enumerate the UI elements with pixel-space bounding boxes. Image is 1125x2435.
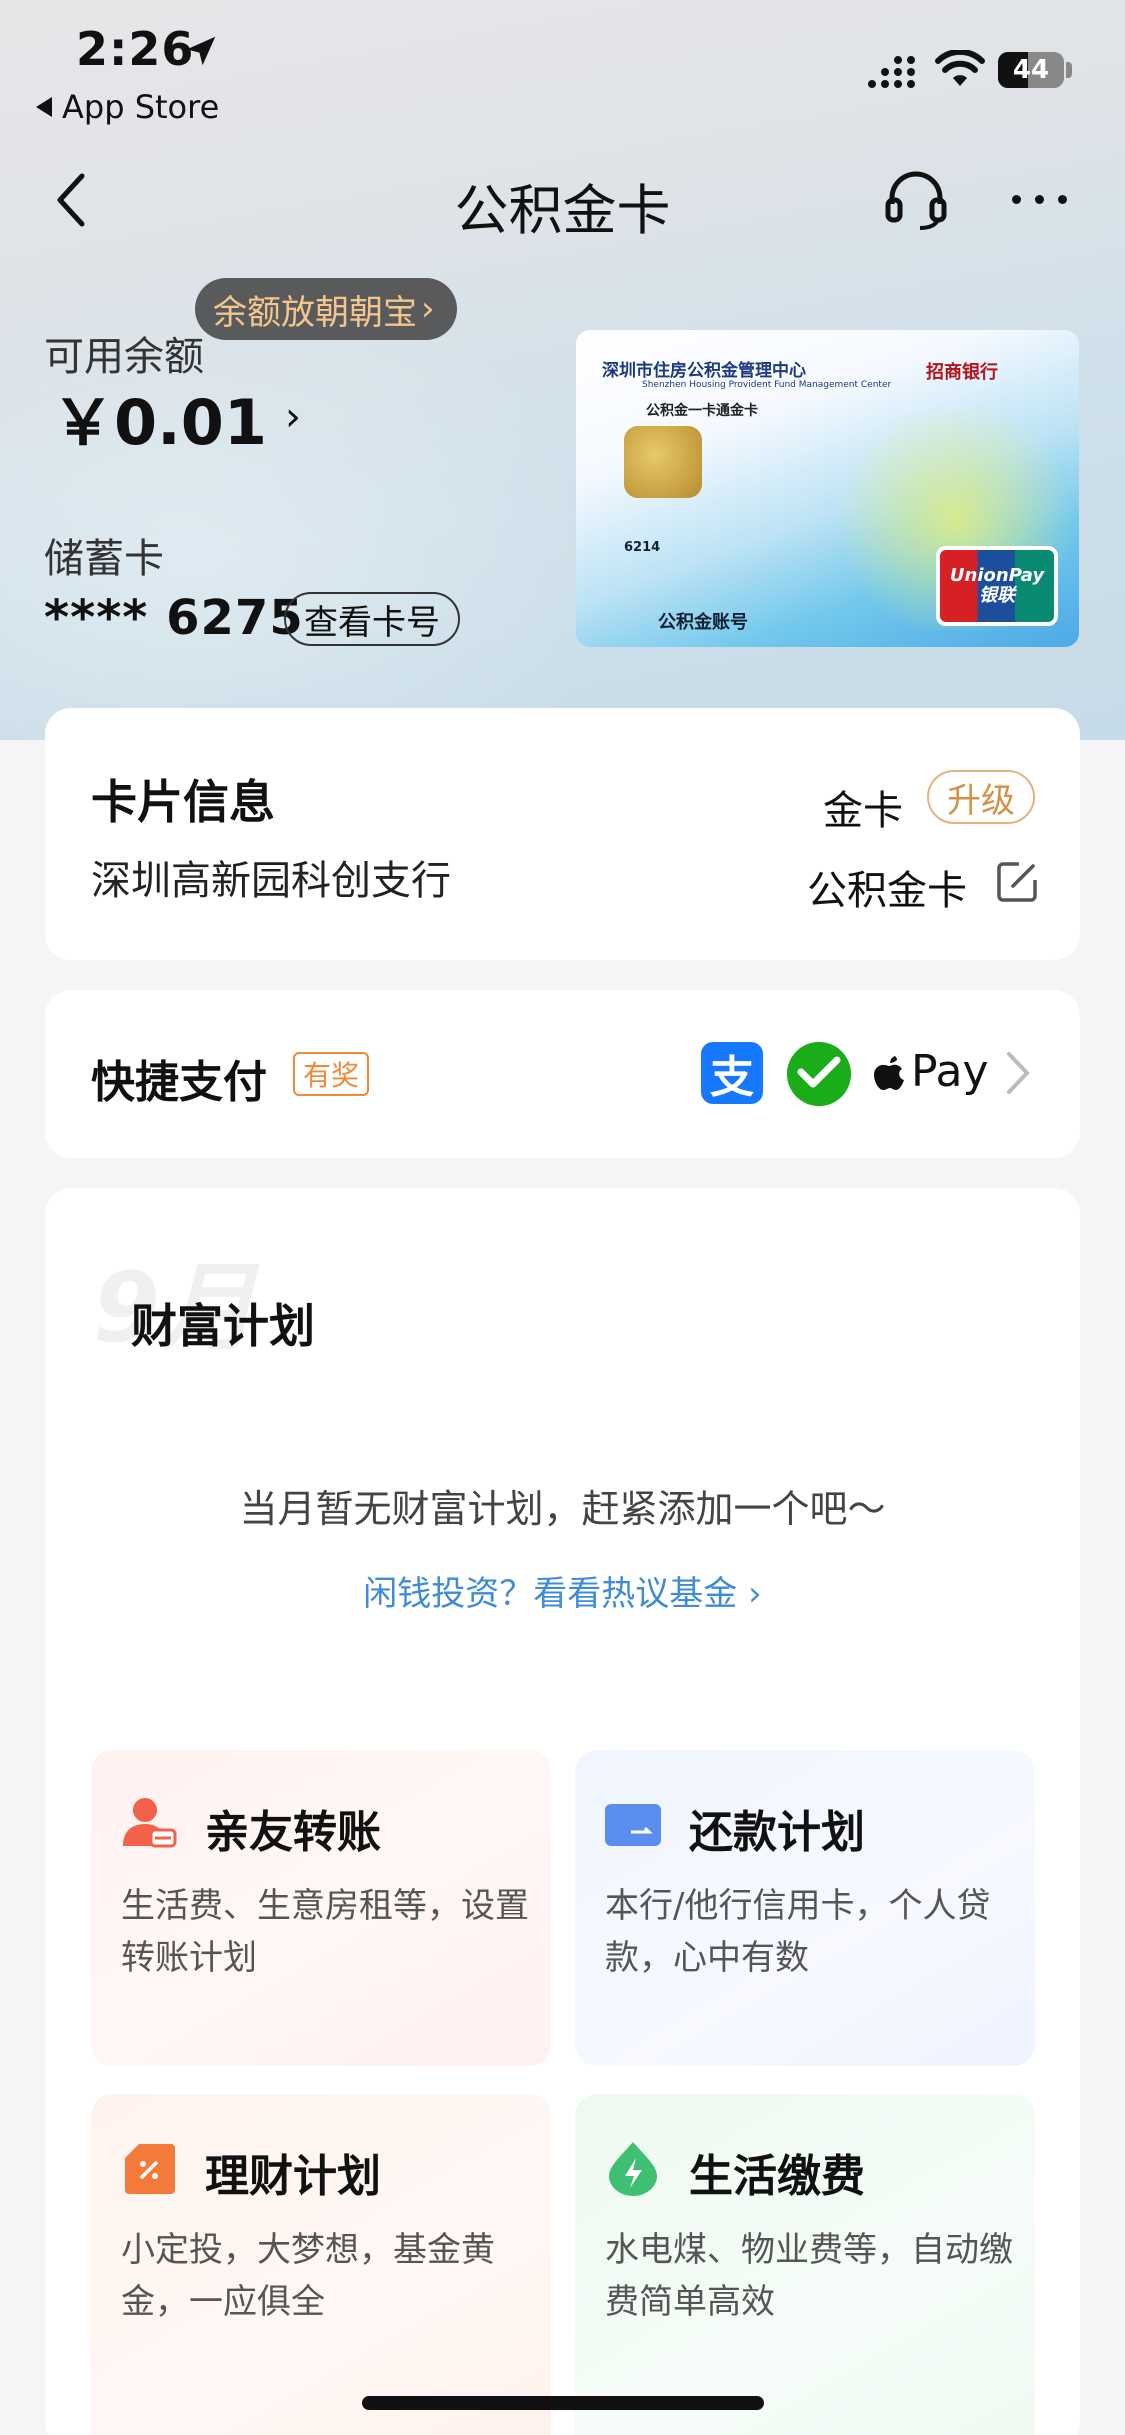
wealth-plan-title: 财富计划 xyxy=(131,1299,315,1353)
card-type-label: 储蓄卡 xyxy=(44,536,164,582)
chevron-right-icon xyxy=(1007,1052,1030,1094)
tile-repayment-plan[interactable]: 还款计划 本行/他行信用卡，个人贷款，心中有数 xyxy=(575,1750,1035,2066)
location-arrow-icon xyxy=(186,36,216,66)
card-issuer-name: 深圳市住房公积金管理中心 xyxy=(602,361,806,381)
apple-pay-label: Pay xyxy=(911,1046,989,1097)
promo-tag[interactable]: 余额放朝朝宝 › xyxy=(195,278,457,340)
card-account-label: 公积金账号 xyxy=(658,612,748,633)
headset-icon[interactable] xyxy=(884,168,948,230)
tile-title: 亲友转账 xyxy=(205,1807,381,1858)
chip-icon xyxy=(624,426,702,498)
tile-utility-payment[interactable]: 生活缴费 水电煤、物业费等，自动缴费简单高效 xyxy=(575,2094,1035,2435)
card-product-name: 公积金一卡通金卡 xyxy=(646,403,758,419)
card-repay-icon xyxy=(605,1804,661,1846)
battery-icon: 44 xyxy=(998,52,1064,88)
tile-title: 理财计划 xyxy=(205,2151,381,2202)
quick-pay-row[interactable]: 快捷支付 有奖 支 Pay xyxy=(45,990,1080,1158)
tile-finance-plan[interactable]: 理财计划 小定投，大梦想，基金黄金，一应俱全 xyxy=(91,2094,551,2435)
finance-tag-icon xyxy=(125,2144,175,2194)
back-app-label: App Store xyxy=(62,88,220,126)
more-options-icon[interactable] xyxy=(1012,195,1067,204)
back-triangle-icon xyxy=(36,97,52,117)
wechat-pay-icon xyxy=(787,1042,851,1106)
tile-title: 生活缴费 xyxy=(689,2151,865,2202)
tile-desc: 生活费、生意房租等，设置转账计划 xyxy=(121,1886,529,1978)
bolt-icon xyxy=(609,2142,657,2196)
tile-desc: 小定投，大梦想，基金黄金，一应俱全 xyxy=(121,2230,495,2322)
card-issuer-name-en: Shenzhen Housing Provident Fund Manageme… xyxy=(642,380,892,390)
alipay-icon: 支 xyxy=(701,1042,763,1104)
wealth-plan-panel: 9月 财富计划 当月暂无财富计划，赶紧添加一个吧～ 闲钱投资？看看热议基金 › … xyxy=(45,1188,1080,2435)
chevron-right-icon: › xyxy=(421,289,435,329)
apple-pay-icon: Pay xyxy=(873,1046,989,1097)
reward-badge: 有奖 xyxy=(293,1052,370,1096)
edit-icon[interactable] xyxy=(995,860,1039,904)
balance-amount: ￥0.01 xyxy=(52,386,267,459)
tile-title: 还款计划 xyxy=(689,1807,865,1858)
balance-amount-link[interactable]: ￥0.01 › xyxy=(52,372,301,462)
home-indicator[interactable] xyxy=(362,2396,764,2410)
card-alias: 公积金卡 xyxy=(807,868,967,914)
person-transfer-icon xyxy=(123,1798,177,1848)
card-info-panel: 卡片信息 深圳高新园科创支行 金卡 升级 公积金卡 xyxy=(45,708,1080,960)
cellular-signal-icon xyxy=(868,56,915,88)
back-to-app-store[interactable]: App Store xyxy=(36,88,219,126)
status-time: 2:26 xyxy=(76,22,195,76)
battery-tip xyxy=(1066,62,1072,78)
view-card-number-button[interactable]: 查看卡号 xyxy=(284,592,460,646)
tile-family-transfer[interactable]: 亲友转账 生活费、生意房租等，设置转账计划 xyxy=(91,1750,551,2066)
chevron-right-icon: › xyxy=(284,394,301,440)
apple-logo-icon xyxy=(874,1055,904,1090)
empty-state-text: 当月暂无财富计划，赶紧添加一个吧～ xyxy=(239,1487,886,1531)
hot-fund-link[interactable]: 闲钱投资？看看热议基金 › xyxy=(45,1566,1080,1615)
page-title: 公积金卡 xyxy=(454,179,671,242)
bank-card-image[interactable]: 深圳市住房公积金管理中心 Shenzhen Housing Provident … xyxy=(576,330,1079,647)
card-info-title: 卡片信息 xyxy=(91,775,275,829)
battery-level: 44 xyxy=(1012,55,1050,85)
card-number: **** 6275 xyxy=(44,590,304,646)
unionpay-logo: UnionPay 银联 xyxy=(936,546,1058,626)
card-level: 金卡 xyxy=(823,788,903,834)
branch-name: 深圳高新园科创支行 xyxy=(91,858,451,904)
tile-desc: 水电煤、物业费等，自动缴费简单高效 xyxy=(605,2230,1013,2322)
wifi-icon xyxy=(935,50,985,86)
card-number-prefix: 6214 xyxy=(624,540,661,555)
promo-tag-label: 余额放朝朝宝 xyxy=(213,292,417,333)
quick-pay-title: 快捷支付 xyxy=(91,1057,267,1108)
upgrade-button[interactable]: 升级 xyxy=(927,770,1035,824)
tile-desc: 本行/他行信用卡，个人贷款，心中有数 xyxy=(605,1886,991,1978)
bank-logo: 招商银行 xyxy=(926,362,998,383)
